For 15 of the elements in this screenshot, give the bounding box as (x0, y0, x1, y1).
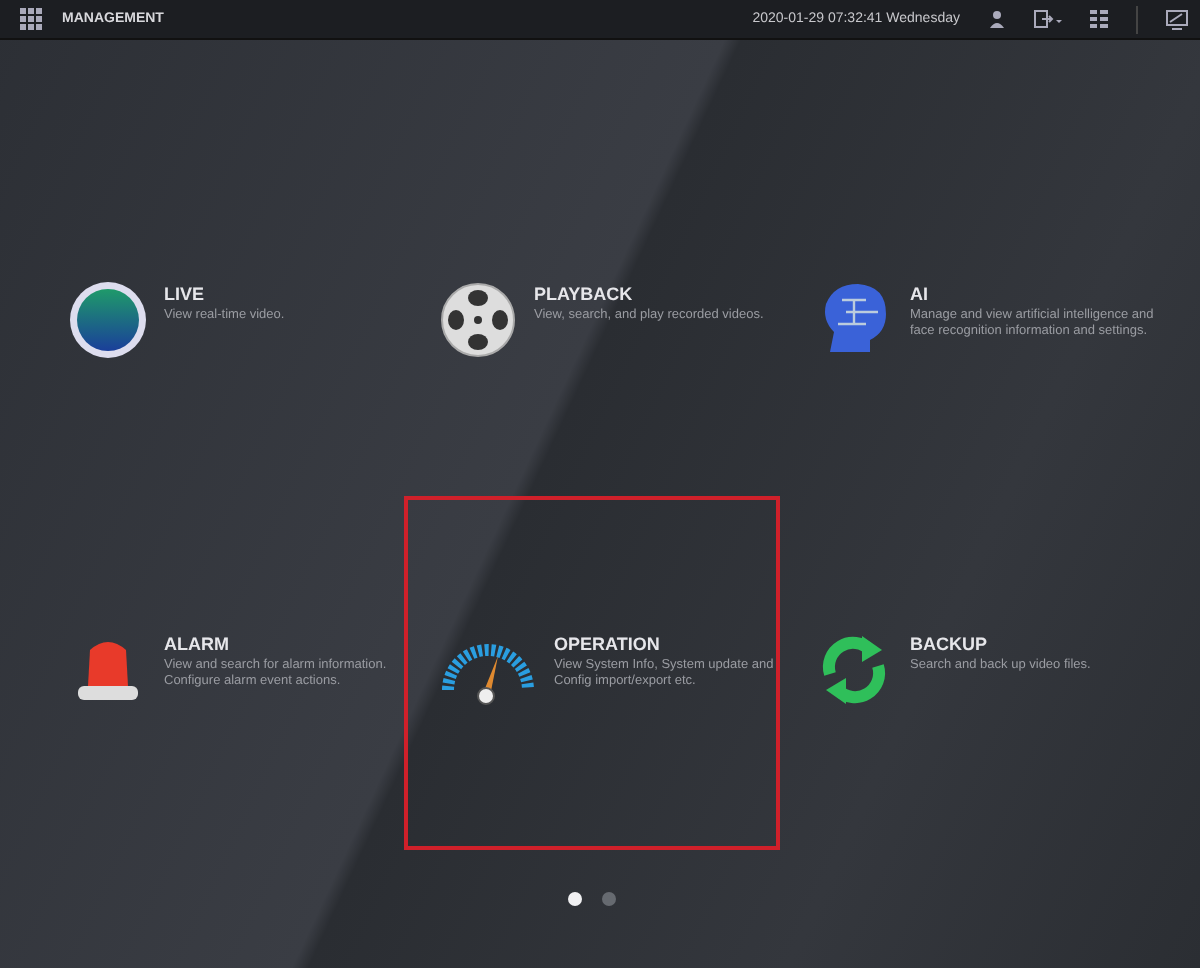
monitor-lens-icon[interactable] (68, 280, 148, 360)
tile-title[interactable]: OPERATION (554, 634, 814, 654)
page-dot[interactable] (602, 892, 616, 906)
logout-icon[interactable] (1034, 10, 1062, 28)
grid-menu-icon[interactable] (20, 8, 42, 30)
tile-title[interactable]: AI (910, 284, 1180, 304)
tile-title[interactable]: PLAYBACK (534, 284, 804, 304)
list-icon[interactable] (1090, 10, 1108, 28)
tile-title[interactable]: ALARM (164, 634, 434, 654)
user-icon[interactable] (988, 10, 1006, 28)
tile-title[interactable]: BACKUP (910, 634, 1180, 654)
monitor-icon[interactable] (1166, 9, 1188, 29)
tile-title[interactable]: LIVE (164, 284, 434, 304)
film-reel-icon[interactable] (438, 280, 518, 360)
page-dot[interactable] (568, 892, 582, 906)
